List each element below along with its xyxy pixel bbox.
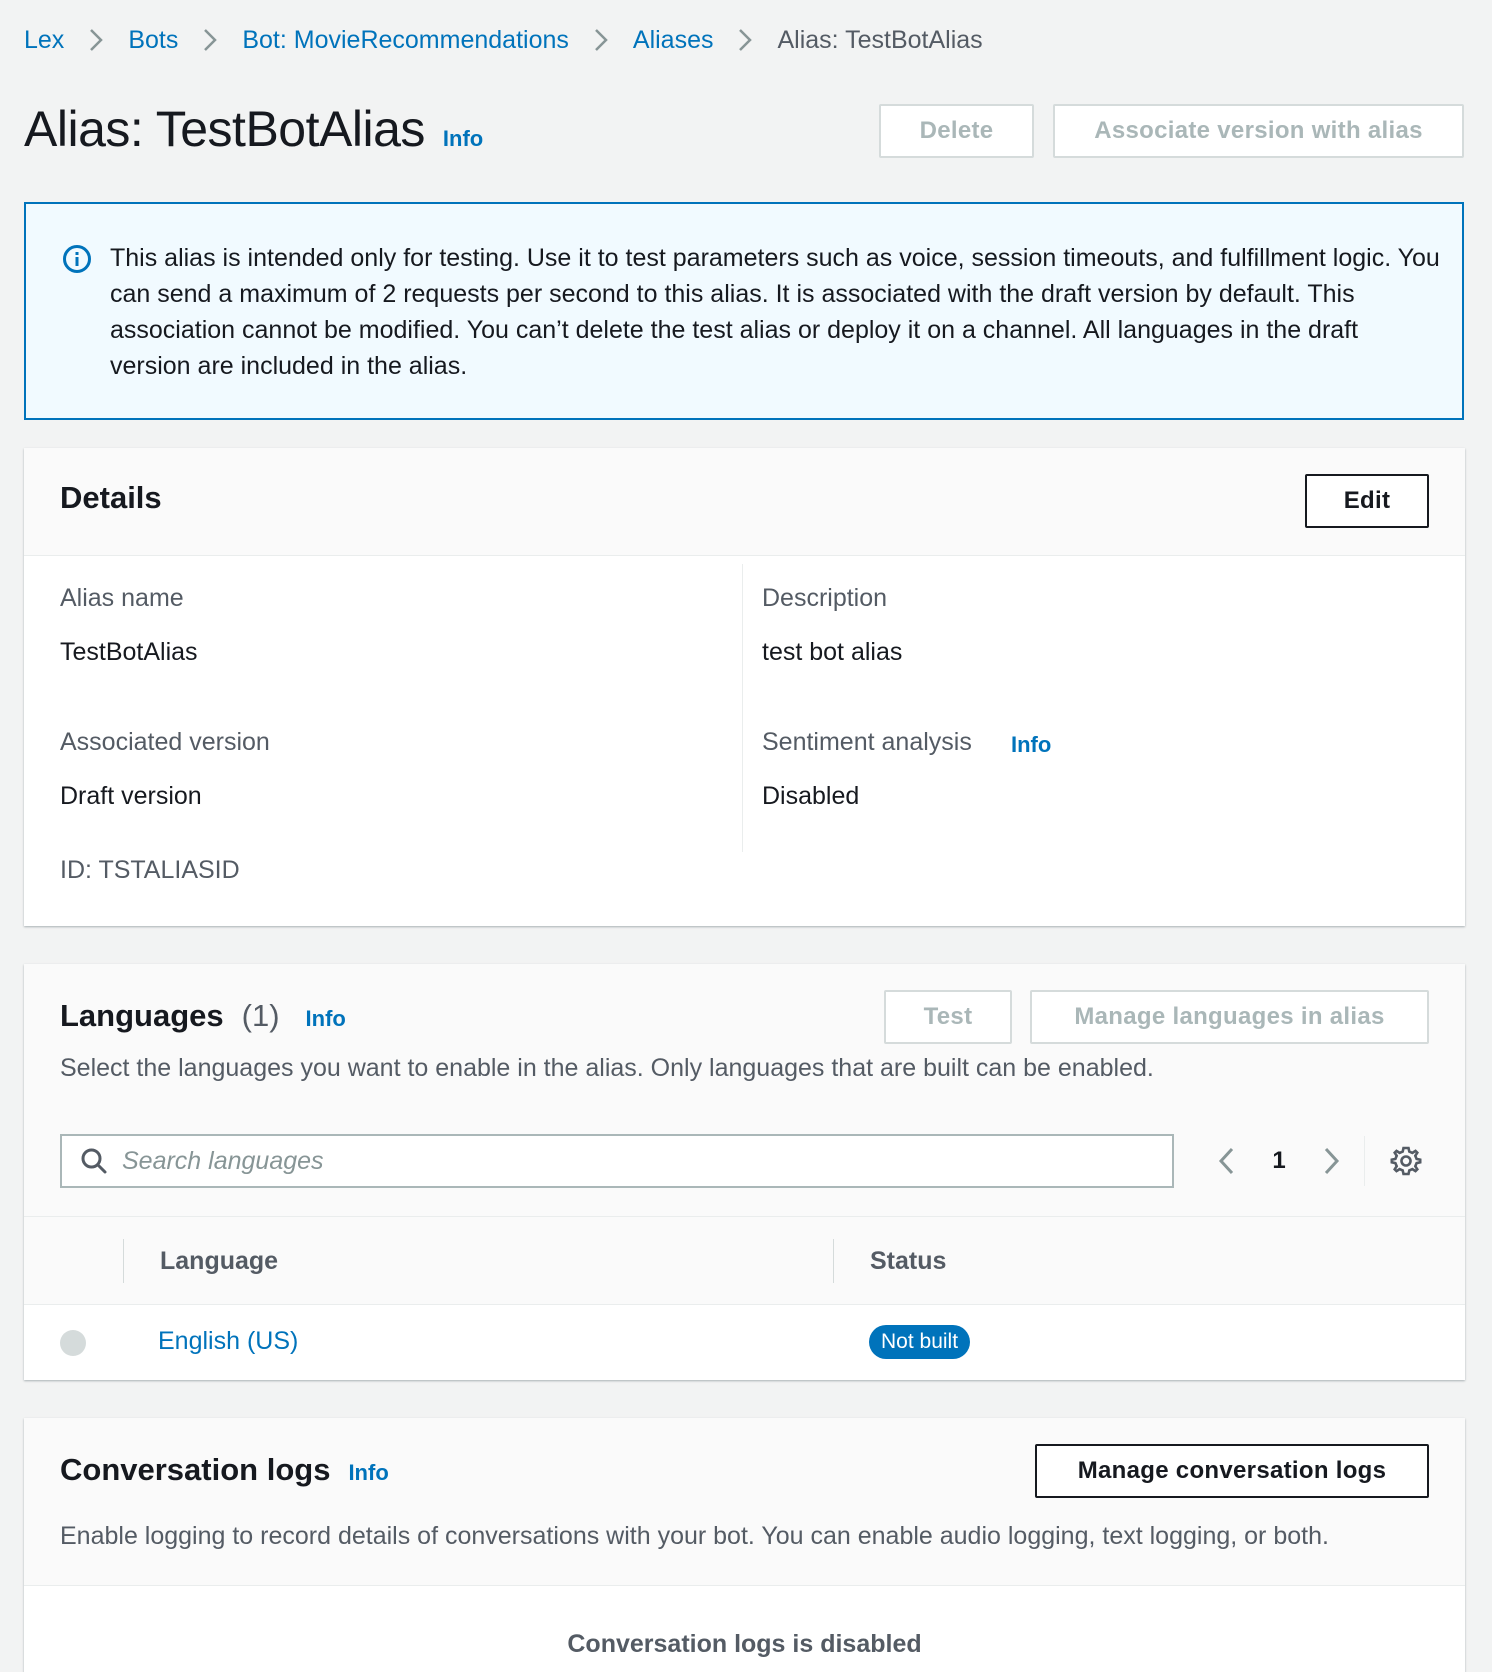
sentiment-analysis-label: Sentiment analysis <box>762 728 972 756</box>
languages-title: Languages <box>60 998 224 1033</box>
languages-count: (1) <box>241 998 280 1033</box>
delete-button[interactable]: Delete <box>879 104 1034 158</box>
chevron-right-icon[interactable] <box>1312 1141 1352 1181</box>
breadcrumb-bots[interactable]: Bots <box>128 26 178 55</box>
breadcrumb-aliases[interactable]: Aliases <box>633 26 714 55</box>
languages-panel: Languages (1) Info Test Manage languages… <box>24 964 1465 1380</box>
info-circle-icon <box>62 244 92 274</box>
page-header: Alias: TestBotAlias Info <box>24 100 483 158</box>
search-icon <box>80 1147 108 1175</box>
row-radio-button[interactable] <box>60 1330 86 1356</box>
pager-divider <box>1364 1136 1365 1186</box>
pagination: 1 <box>1206 1134 1352 1188</box>
chevron-right-icon <box>713 28 777 52</box>
conversation-logs-title-row: Conversation logs Info <box>60 1452 389 1488</box>
search-languages-field[interactable] <box>60 1134 1174 1188</box>
column-separator <box>123 1239 124 1283</box>
alias-name-label: Alias name <box>60 584 184 612</box>
conversation-logs-info-link[interactable]: Info <box>348 1460 388 1486</box>
conversation-logs-panel: Conversation logs Info Manage conversati… <box>24 1418 1465 1672</box>
breadcrumb: Lex Bots Bot: MovieRecommendations Alias… <box>24 20 983 60</box>
info-alert: This alias is intended only for testing.… <box>24 202 1464 420</box>
edit-button[interactable]: Edit <box>1305 474 1429 528</box>
manage-languages-button[interactable]: Manage languages in alias <box>1030 990 1429 1044</box>
alias-id: ID: TSTALIASID <box>60 856 240 884</box>
conversation-logs-empty-state: Conversation logs is disabled <box>567 1630 922 1658</box>
page-title: Alias: TestBotAlias <box>24 101 425 157</box>
breadcrumb-bot[interactable]: Bot: MovieRecommendations <box>242 26 569 55</box>
details-title: Details <box>60 480 162 515</box>
alias-name-value: TestBotAlias <box>60 638 198 666</box>
description-value: test bot alias <box>762 638 903 666</box>
sentiment-analysis-value: Disabled <box>762 782 860 810</box>
conversation-logs-description: Enable logging to record details of conv… <box>60 1522 1329 1550</box>
column-separator <box>833 1239 834 1283</box>
details-panel: Details Edit Alias name TestBotAlias Ass… <box>24 448 1465 926</box>
current-page[interactable]: 1 <box>1246 1147 1312 1175</box>
chevron-right-icon <box>569 28 633 52</box>
associated-version-label: Associated version <box>60 728 270 756</box>
chevron-left-icon[interactable] <box>1206 1141 1246 1181</box>
alert-text: This alias is intended only for testing.… <box>110 244 1440 380</box>
languages-title-row: Languages (1) Info <box>60 998 346 1034</box>
table-row: English (US) Not built <box>24 1305 1465 1380</box>
sentiment-info-link[interactable]: Info <box>1011 732 1051 758</box>
page-info-link[interactable]: Info <box>443 126 483 152</box>
languages-description: Select the languages you want to enable … <box>60 1054 1154 1082</box>
breadcrumb-lex[interactable]: Lex <box>24 26 64 55</box>
associate-version-button[interactable]: Associate version with alias <box>1053 104 1464 158</box>
languages-table-header: Language Status <box>24 1216 1465 1305</box>
status-badge: Not built <box>869 1325 971 1359</box>
description-label: Description <box>762 584 888 612</box>
column-header-language[interactable]: Language <box>160 1217 278 1305</box>
search-languages-input[interactable] <box>122 1146 1122 1176</box>
column-header-status[interactable]: Status <box>870 1217 946 1305</box>
language-link[interactable]: English (US) <box>158 1327 298 1356</box>
manage-conversation-logs-button[interactable]: Manage conversation logs <box>1035 1444 1429 1498</box>
gear-icon[interactable] <box>1390 1145 1422 1177</box>
chevron-right-icon <box>64 28 128 52</box>
languages-info-link[interactable]: Info <box>306 1006 346 1032</box>
languages-header: Languages (1) Info Test Manage languages… <box>24 964 1465 1216</box>
breadcrumb-current: Alias: TestBotAlias <box>777 25 983 54</box>
chevron-right-icon <box>178 28 242 52</box>
column-divider <box>742 564 743 852</box>
details-header: Details Edit <box>24 448 1465 556</box>
conversation-logs-header: Conversation logs Info Manage conversati… <box>24 1418 1465 1586</box>
draft-version-link[interactable]: Draft version <box>60 782 202 811</box>
test-button[interactable]: Test <box>884 990 1012 1044</box>
conversation-logs-title: Conversation logs <box>60 1452 331 1487</box>
